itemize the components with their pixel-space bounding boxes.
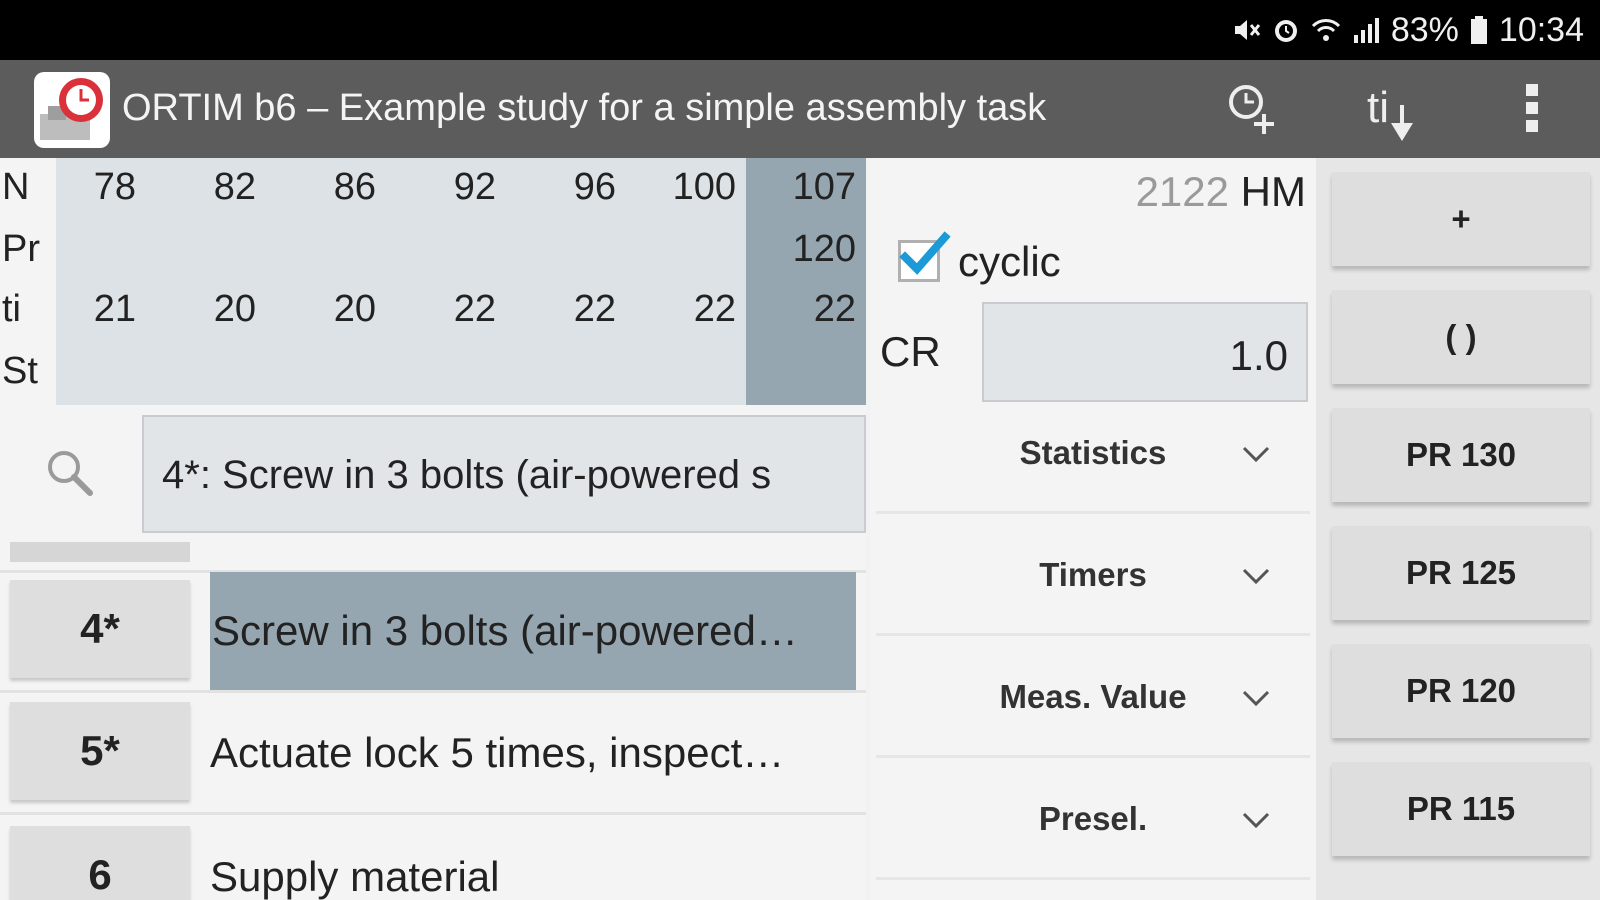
hm-unit: HM: [1240, 168, 1306, 215]
pr-120-button[interactable]: PR 120: [1332, 644, 1590, 738]
grid-cell-n: 82: [213, 166, 256, 208]
middle-panel: 2122 HM cyclic CR 1.0 Statistics Timers …: [870, 158, 1316, 900]
element-number-button[interactable]: 5*: [10, 702, 190, 800]
row-label-pr: Pr: [2, 228, 40, 270]
wifi-icon: [1311, 19, 1340, 41]
pr-125-button[interactable]: PR 125: [1332, 526, 1590, 620]
divider: [876, 877, 1310, 880]
add-timer-icon: [1229, 85, 1274, 134]
grid-cell-ti: 20: [213, 288, 256, 330]
element-description[interactable]: Screw in 3 bolts (air-powered…: [210, 572, 856, 690]
list-item[interactable]: 5* Actuate lock 5 times, inspect…: [0, 694, 866, 812]
grid-cell-n: 92: [453, 166, 496, 208]
grid-cell-n: 78: [93, 166, 136, 208]
grid-cell-ti: 22: [693, 288, 736, 330]
divider: [876, 511, 1310, 514]
cr-input-value: 1.0: [1229, 332, 1288, 379]
grid-cell-ti: 22: [573, 288, 616, 330]
pr-115-button[interactable]: PR 115: [1332, 762, 1590, 856]
parentheses-button[interactable]: ( ): [1332, 290, 1590, 384]
grid-cell-pr: 120: [792, 228, 856, 270]
cyclic-checkbox[interactable]: [898, 231, 951, 282]
element-number-button[interactable]: 4*: [10, 580, 190, 678]
left-panel: N Pr ti St 78 82 86 92 96 100 107 120 21…: [0, 158, 866, 900]
row-label-st: St: [2, 350, 38, 392]
alarm-icon: [1274, 20, 1297, 42]
chevron-down-icon: [1242, 446, 1270, 463]
measurement-grid[interactable]: N Pr ti St 78 82 86 92 96 100 107 120 21…: [0, 158, 866, 405]
grid-cell-n: 100: [672, 166, 736, 208]
add-timer-button[interactable]: [1222, 78, 1282, 138]
checkmark-icon: [899, 231, 951, 275]
timers-dropdown[interactable]: Timers: [870, 516, 1316, 636]
meas-value-dropdown[interactable]: Meas. Value: [870, 638, 1316, 758]
overflow-menu-button[interactable]: [1512, 78, 1552, 138]
status-bar: 83% 10:34: [0, 0, 1600, 60]
hm-readout: 2122 HM: [1136, 168, 1306, 216]
row-label-ti: ti: [2, 288, 21, 330]
overflow-menu-icon: [1526, 84, 1538, 132]
divider: [876, 755, 1310, 758]
presel-dropdown[interactable]: Presel.: [870, 760, 1316, 880]
search-button[interactable]: [44, 447, 96, 499]
chevron-down-icon: [1242, 568, 1270, 585]
cr-label: CR: [880, 328, 941, 375]
search-input[interactable]: 4*: Screw in 3 bolts (air-powered s: [142, 415, 866, 533]
statistics-dropdown[interactable]: Statistics: [870, 394, 1316, 514]
grid-cell-n: 86: [333, 166, 376, 208]
cyclic-label: cyclic: [958, 238, 1061, 285]
grid-cell-ti: 22: [453, 288, 496, 330]
element-description[interactable]: Supply material: [210, 818, 856, 900]
divider: [0, 812, 866, 815]
element-number-button[interactable]: 6: [10, 826, 190, 900]
search-input-value: 4*: Screw in 3 bolts (air-powered s: [162, 453, 772, 497]
divider: [876, 633, 1310, 636]
pr-130-button[interactable]: PR 130: [1332, 408, 1590, 502]
chevron-down-icon: [1242, 690, 1270, 707]
clock: 10:34: [1498, 10, 1584, 49]
element-description[interactable]: Actuate lock 5 times, inspect…: [210, 694, 856, 812]
grid-cell-ti: 21: [93, 288, 136, 330]
divider: [0, 690, 866, 693]
battery-percent: 83%: [1390, 10, 1459, 49]
app-title: ORTIM b6 – Example study for a simple as…: [122, 87, 1047, 129]
row-label-n: N: [2, 166, 30, 208]
grid-cell-n: 107: [792, 166, 856, 208]
hm-value: 2122: [1135, 168, 1229, 215]
app-logo: [34, 72, 110, 148]
ti-sort-button[interactable]: ti: [1356, 78, 1426, 141]
grid-cell-ti: 20: [333, 288, 376, 330]
mute-icon: [1234, 20, 1261, 40]
cr-input[interactable]: 1.0: [982, 302, 1308, 402]
grid-cell-ti: 22: [813, 288, 856, 330]
search-icon: [48, 451, 93, 496]
list-progress-bar: [10, 542, 190, 562]
search-area: 4*: Screw in 3 bolts (air-powered s: [0, 405, 866, 533]
ti-sort-icon: [1391, 105, 1413, 141]
chevron-down-icon: [1242, 812, 1270, 829]
grid-cell-n: 96: [573, 166, 616, 208]
list-item[interactable]: 4* Screw in 3 bolts (air-powered…: [0, 572, 866, 690]
battery-icon: [1470, 16, 1487, 44]
right-button-panel: + ( ) PR 130 PR 125 PR 120 PR 115: [1316, 158, 1600, 900]
app-bar: ORTIM b6 – Example study for a simple as…: [0, 60, 1600, 158]
signal-icon: [1353, 18, 1379, 43]
list-item[interactable]: 6 Supply material: [0, 818, 866, 900]
ti-label: ti: [1367, 83, 1389, 132]
add-button[interactable]: +: [1332, 172, 1590, 266]
